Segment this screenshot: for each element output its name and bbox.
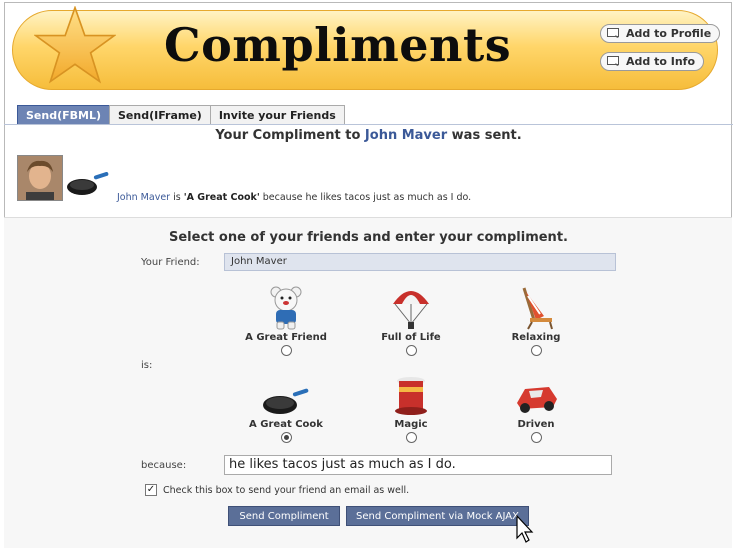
star-icon [34,6,116,84]
story-compliment: 'A Great Cook' [183,192,260,203]
option-relaxing[interactable]: Relaxing [476,282,596,356]
option-label: Relaxing [511,332,561,343]
add-profile-icon [607,28,619,38]
option-full-of-life[interactable]: Full of Life [351,282,471,356]
add-to-profile-label: Add to Profile [626,27,712,40]
add-to-info-button[interactable]: Add to Info [600,52,705,71]
compliment-story: John Maver is 'A Great Cook' because he … [117,192,471,203]
magic-hat-icon [395,377,427,415]
tab-bar: Send(FBML) Send(IFrame) Invite your Frie… [17,105,345,125]
radio-great-cook[interactable] [280,432,292,443]
send-compliment-button[interactable]: Send Compliment [228,506,340,526]
parachute-icon [393,291,429,329]
radio-driven[interactable] [530,432,542,443]
confirmation-suffix: was sent. [447,128,522,143]
option-label: Full of Life [381,332,441,343]
friend-avatar[interactable] [17,155,63,201]
friend-label: Your Friend: [141,257,200,268]
option-label: A Great Cook [249,419,323,430]
radio-relaxing[interactable] [530,345,542,356]
story-friend-name[interactable]: John Maver [117,192,170,203]
app-title: Compliments [164,18,512,72]
mouse-cursor-icon [516,514,534,543]
option-label: A Great Friend [245,332,327,343]
confirmation-friend-name[interactable]: John Maver [365,128,447,143]
story-reason: because he likes tacos just as much as I… [259,192,472,203]
add-info-icon [607,56,619,66]
add-to-profile-button[interactable]: Add to Profile [600,24,721,43]
story-mid: is [170,192,184,203]
is-label: is: [141,360,153,371]
option-label: Magic [394,419,428,430]
because-input[interactable]: he likes tacos just as much as I do. [224,455,612,475]
confirmation-message: Your Compliment to John Maver was sent. [0,128,737,143]
option-label: Driven [517,419,555,430]
friend-select-field[interactable]: John Maver [224,253,616,271]
add-to-info-label: Add to Info [626,55,696,68]
option-driven[interactable]: Driven [476,369,596,443]
email-option: ✓ Check this box to send your friend an … [145,484,409,496]
race-car-icon [517,387,557,413]
frying-pan-icon [67,172,109,195]
radio-full-of-life[interactable] [405,345,417,356]
radio-great-friend[interactable] [280,345,292,356]
radio-magic[interactable] [405,432,417,443]
tab-divider [4,124,733,125]
email-checkbox-label: Check this box to send your friend an em… [163,484,410,496]
email-checkbox[interactable]: ✓ [145,484,157,496]
teddy-bear-icon [270,286,302,330]
option-great-cook[interactable]: A Great Cook [226,369,346,443]
beach-chair-icon [522,287,553,330]
form-heading: Select one of your friends and enter you… [169,230,568,245]
option-great-friend[interactable]: A Great Friend [226,282,346,356]
option-magic[interactable]: Magic [351,369,471,443]
frying-pan-icon [263,388,309,414]
tab-send-iframe[interactable]: Send(IFrame) [109,105,211,125]
tab-invite-friends[interactable]: Invite your Friends [209,105,345,125]
confirmation-prefix: Your Compliment to [215,128,365,143]
tab-send-fbml[interactable]: Send(FBML) [17,105,110,125]
because-label: because: [141,460,187,471]
send-ajax-button[interactable]: Send Compliment via Mock AJAX [346,506,529,526]
person-photo-icon [18,156,62,200]
